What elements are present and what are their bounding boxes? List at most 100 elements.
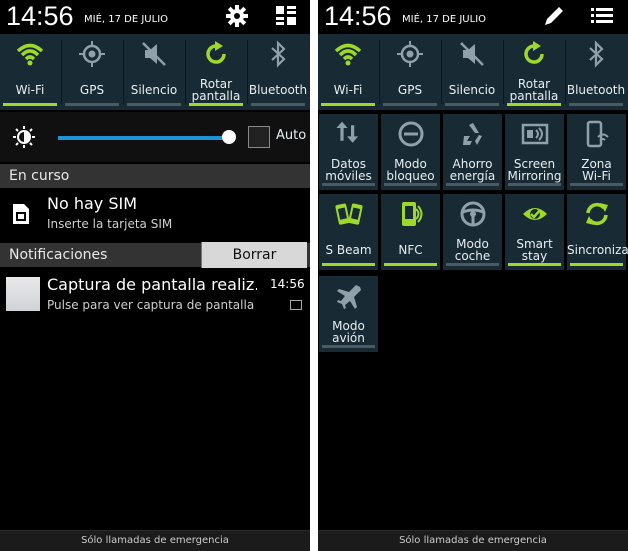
tile-label: Ahorro energía	[443, 158, 502, 182]
emergency-calls-label: Sólo llamadas de emergencia	[318, 530, 628, 551]
tile-label: Modo coche	[443, 238, 502, 262]
tile-wifi[interactable]: Wi-Fi	[0, 34, 60, 110]
quick-settings-panel-right: 14:56 MIÉ, 17 DE JULIO Wi-Fi GPS Silenci…	[318, 0, 628, 551]
tile-label: Modo bloqueo	[381, 158, 440, 182]
tile-label: Rotar pantalla	[186, 78, 246, 102]
tile-label: Smart stay	[505, 238, 564, 262]
tile-label: Wi-Fi	[333, 83, 363, 97]
tile-rotar-pantalla[interactable]: Rotar pantalla	[504, 34, 564, 110]
tile-label: Screen Mirroring	[505, 158, 564, 182]
tile-indicator	[322, 183, 375, 186]
tile-indicator	[322, 263, 375, 266]
tile-label-line: móviles	[325, 169, 372, 183]
tile-screen-mirroring[interactable]: Screen Mirroring	[505, 114, 564, 190]
no-sim-notification[interactable]: No hay SIM Inserte la tarjeta SIM	[0, 190, 310, 236]
clock: 14:56	[324, 1, 392, 31]
list-toggle-icon[interactable]	[274, 4, 298, 28]
tile-datos-moviles[interactable]: Datos móviles	[319, 114, 378, 190]
tile-label-line: Mirroring	[507, 169, 562, 183]
wifi-icon	[16, 43, 44, 66]
brightness-slider-handle[interactable]	[222, 130, 236, 144]
rotate-icon	[206, 41, 226, 64]
tile-indicator	[508, 263, 561, 266]
emergency-calls-label: Sólo llamadas de emergencia	[0, 530, 310, 551]
s-beam-icon	[335, 203, 363, 225]
tile-sincronizar[interactable]: Sincronizar	[567, 194, 628, 270]
tile-label: Bluetooth	[248, 83, 308, 97]
tile-label-line: bloqueo	[386, 169, 435, 183]
wifi-icon	[334, 43, 362, 66]
tile-indicator	[251, 103, 305, 106]
tile-indicator	[508, 183, 561, 186]
mobile-data-icon	[336, 121, 359, 143]
tile-label: Silencio	[448, 83, 496, 97]
tile-label: NFC	[398, 243, 423, 257]
screen-mirroring-icon	[521, 123, 549, 145]
hotspot-icon	[586, 120, 609, 148]
tile-silencio[interactable]: Silencio	[442, 34, 502, 110]
date: MIÉ, 17 DE JULIO	[84, 14, 169, 25]
clock: 14:56	[6, 1, 74, 31]
tile-modo-avion[interactable]: Modo avión	[319, 276, 378, 352]
tile-bluetooth[interactable]: Bluetooth	[566, 34, 626, 110]
edit-pencil-icon[interactable]	[542, 4, 566, 28]
tile-nfc[interactable]: NFC	[381, 194, 440, 270]
clear-notifications-button[interactable]: Borrar	[201, 242, 307, 268]
mute-icon	[142, 42, 166, 66]
tile-indicator	[446, 183, 499, 186]
tile-label: S Beam	[325, 243, 372, 257]
mute-icon	[460, 42, 484, 66]
quick-settings-row: Wi-Fi GPS Silencio Rotar pantalla Blueto…	[318, 34, 628, 110]
tile-s-beam[interactable]: S Beam	[319, 194, 378, 270]
tile-label-line: pantalla	[509, 89, 559, 103]
quick-settings-row: Wi-Fi GPS Silencio Rotar pantalla Blueto…	[0, 34, 310, 110]
tile-label: Datos móviles	[319, 158, 378, 182]
status-bar: 14:56 MIÉ, 17 DE JULIO	[0, 0, 310, 34]
tile-indicator	[570, 263, 623, 266]
tile-wifi[interactable]: Wi-Fi	[318, 34, 378, 110]
tile-rotar-pantalla[interactable]: Rotar pantalla	[186, 34, 246, 110]
tile-indicator	[189, 103, 243, 106]
gear-icon[interactable]	[225, 4, 249, 28]
car-mode-icon	[460, 201, 486, 227]
auto-brightness-checkbox[interactable]	[248, 126, 270, 148]
rotate-icon	[524, 41, 544, 64]
airplane-icon	[337, 285, 361, 309]
status-bar: 14:56 MIÉ, 17 DE JULIO	[318, 0, 628, 34]
block-mode-icon	[398, 121, 424, 147]
tile-label: Modo avión	[319, 320, 378, 344]
tile-label: Wi-Fi	[15, 83, 45, 97]
brightness-slider[interactable]	[58, 136, 230, 140]
notification-text: Inserte la tarjeta SIM	[47, 217, 173, 231]
tile-bluetooth[interactable]: Bluetooth	[248, 34, 308, 110]
tile-indicator	[384, 263, 437, 266]
auto-brightness-label: Auto	[276, 128, 307, 143]
date: MIÉ, 17 DE JULIO	[402, 14, 487, 25]
tile-silencio[interactable]: Silencio	[124, 34, 184, 110]
tile-label: Bluetooth	[566, 83, 626, 97]
tile-indicator	[65, 103, 119, 106]
tile-modo-bloqueo[interactable]: Modo bloqueo	[381, 114, 440, 190]
brightness-control: Auto	[0, 112, 310, 162]
tile-indicator	[569, 103, 623, 106]
tile-label-line: Wi-Fi	[582, 169, 611, 183]
tile-label: Silencio	[130, 83, 178, 97]
tile-indicator	[322, 345, 375, 348]
bluetooth-icon	[271, 40, 286, 68]
tile-ahorro-energia[interactable]: Ahorro energía	[443, 114, 502, 190]
bluetooth-icon	[589, 40, 604, 68]
tile-indicator	[570, 183, 623, 186]
tile-gps[interactable]: GPS	[380, 34, 440, 110]
tile-label-line: avión	[332, 331, 365, 345]
gps-icon	[397, 41, 423, 67]
screenshot-notification[interactable]: Captura de pantalla realiz.. 14:56 Pulse…	[0, 272, 310, 316]
tile-zona-wifi[interactable]: Zona Wi-Fi	[567, 114, 626, 190]
tile-smart-stay[interactable]: Smart stay	[505, 194, 564, 270]
menu-list-icon[interactable]	[590, 4, 614, 28]
tile-label: GPS	[79, 83, 105, 97]
image-icon	[290, 300, 302, 310]
nfc-icon	[402, 202, 423, 226]
tile-modo-coche[interactable]: Modo coche	[443, 194, 502, 270]
tile-gps[interactable]: GPS	[62, 34, 122, 110]
tile-label-line: energía	[449, 169, 496, 183]
